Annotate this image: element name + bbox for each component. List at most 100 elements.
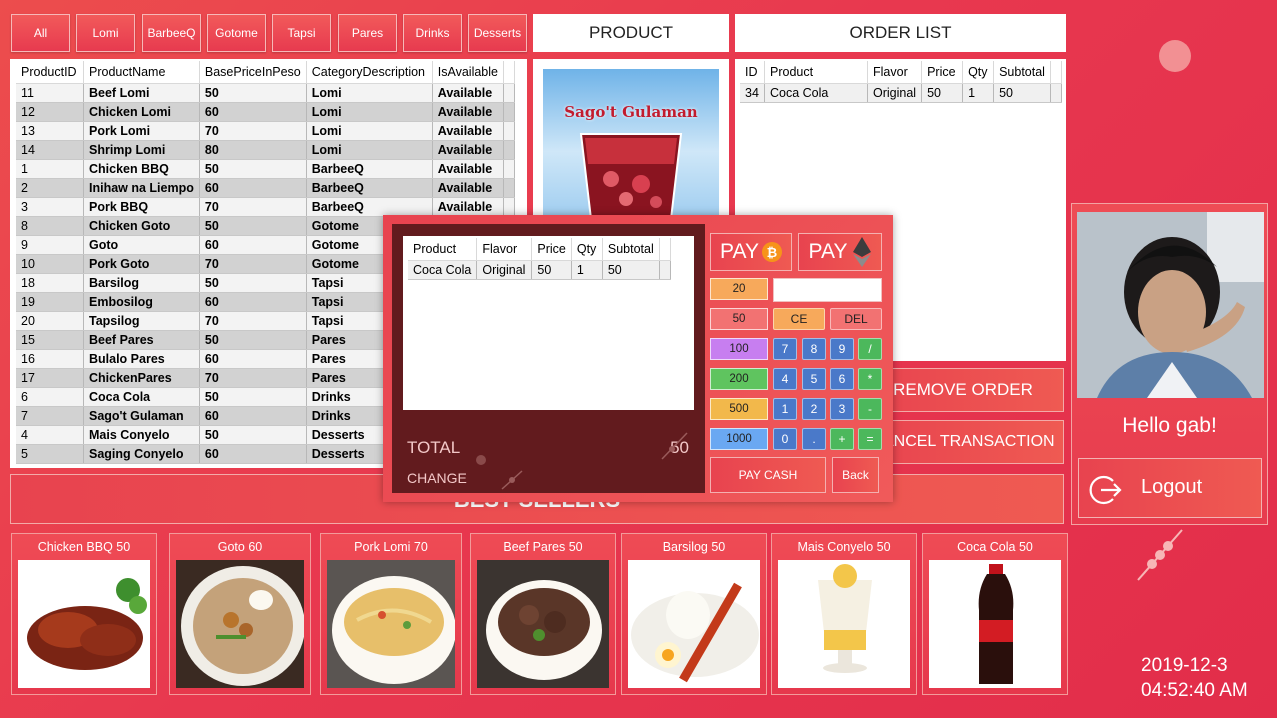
lomi-photo-icon: [327, 560, 455, 688]
amount-1000-button[interactable]: 1000: [710, 428, 768, 450]
category-button-lomi[interactable]: Lomi: [76, 14, 135, 52]
table-cell: 19: [16, 292, 84, 312]
best-seller-card[interactable]: Chicken BBQ 50: [11, 533, 157, 695]
amount-500-button[interactable]: 500: [710, 398, 768, 420]
table-cell: Inihaw na Liempo: [83, 178, 200, 198]
table-cell: 50: [602, 260, 660, 280]
best-seller-card[interactable]: Mais Conyelo 50: [771, 533, 917, 695]
table-cell: 60: [199, 235, 307, 255]
table-cell: 50: [531, 260, 572, 280]
table-row[interactable]: Coca Cola Original 50 1 50: [408, 260, 671, 280]
column-header[interactable]: Price: [531, 238, 572, 261]
amount-200-button[interactable]: 200: [710, 368, 768, 390]
best-seller-image: [929, 560, 1061, 688]
category-button-desserts[interactable]: Desserts: [468, 14, 527, 52]
table-cell: 60: [199, 292, 307, 312]
key-0-button[interactable]: 0: [773, 428, 797, 450]
column-header[interactable]: CategoryDescription: [306, 61, 433, 84]
key-3-button[interactable]: 3: [830, 398, 854, 420]
table-cell: Available: [432, 121, 505, 141]
amount-20-button[interactable]: 20: [710, 278, 768, 300]
column-header[interactable]: ProductID: [16, 61, 84, 84]
total-label: TOTAL: [407, 438, 461, 457]
table-row[interactable]: 13 Pork Lomi 70 Lomi Available: [16, 121, 515, 141]
order-list-header: ORDER LIST: [735, 14, 1066, 52]
column-header[interactable]: BasePriceInPeso: [199, 61, 307, 84]
key-plus-button[interactable]: +: [830, 428, 854, 450]
table-row[interactable]: 2 Inihaw na Liempo 60 BarbeeQ Available: [16, 178, 515, 198]
key-divide-button[interactable]: /: [858, 338, 882, 360]
key-8-button[interactable]: 8: [802, 338, 826, 360]
back-button[interactable]: Back: [832, 457, 879, 493]
key-4-button[interactable]: 4: [773, 368, 797, 390]
best-seller-card[interactable]: Pork Lomi 70: [320, 533, 462, 695]
payment-table[interactable]: Product Flavor Price Qty Subtotal Coca Cola O…: [408, 238, 671, 280]
table-cell: 50: [199, 387, 307, 407]
key-7-button[interactable]: 7: [773, 338, 797, 360]
pay-bitcoin-button[interactable]: PAY ₿: [710, 233, 792, 271]
category-button-drinks[interactable]: Drinks: [403, 14, 462, 52]
column-header[interactable]: Qty: [962, 61, 995, 84]
order-table[interactable]: ID Product Flavor Price Qty Subtotal 34 Coca C…: [740, 61, 1063, 103]
key-1-button[interactable]: 1: [773, 398, 797, 420]
product-image-panel: Sago't Gulaman: [533, 59, 729, 219]
clear-entry-button[interactable]: CE: [773, 308, 825, 330]
cash-amount-input[interactable]: [773, 278, 882, 302]
pay-cash-button[interactable]: PAY CASH: [710, 457, 826, 493]
decor-circle: [1159, 40, 1191, 72]
pay-ethereum-button[interactable]: PAY: [798, 233, 882, 271]
table-cell: 50: [199, 273, 307, 293]
best-seller-label: Pork Lomi 70: [354, 540, 428, 554]
key-minus-button[interactable]: -: [858, 398, 882, 420]
best-seller-card[interactable]: Goto 60: [169, 533, 311, 695]
column-header[interactable]: Flavor: [867, 61, 923, 84]
column-header[interactable]: ProductName: [83, 61, 200, 84]
table-cell: 50: [921, 83, 964, 103]
table-cell: Beef Pares: [83, 330, 200, 350]
table-cell: 17: [16, 368, 84, 388]
logout-button[interactable]: Logout: [1078, 458, 1262, 518]
key-2-button[interactable]: 2: [802, 398, 826, 420]
table-row[interactable]: 3 Pork BBQ 70 BarbeeQ Available: [16, 197, 515, 217]
change-label: CHANGE: [407, 470, 467, 486]
column-header[interactable]: Price: [921, 61, 964, 84]
key-equals-button[interactable]: =: [858, 428, 882, 450]
table-row[interactable]: 11 Beef Lomi 50 Lomi Available: [16, 83, 515, 103]
key-6-button[interactable]: 6: [830, 368, 854, 390]
category-button-gotome[interactable]: Gotome: [207, 14, 266, 52]
best-seller-card[interactable]: Coca Cola 50: [922, 533, 1068, 695]
key-multiply-button[interactable]: *: [858, 368, 882, 390]
best-seller-card[interactable]: Beef Pares 50: [470, 533, 616, 695]
key-5-button[interactable]: 5: [802, 368, 826, 390]
column-header[interactable]: ID: [740, 61, 765, 84]
amount-100-button[interactable]: 100: [710, 338, 768, 360]
column-header[interactable]: Product: [408, 238, 478, 261]
table-row[interactable]: 12 Chicken Lomi 60 Lomi Available: [16, 102, 515, 122]
amount-50-button[interactable]: 50: [710, 308, 768, 330]
key-decimal-button[interactable]: .: [802, 428, 826, 450]
table-cell: BarbeeQ: [306, 159, 433, 179]
best-seller-card[interactable]: Barsilog 50: [621, 533, 767, 695]
table-cell: [503, 121, 515, 141]
column-header[interactable]: Subtotal: [993, 61, 1052, 84]
table-row[interactable]: 14 Shrimp Lomi 80 Lomi Available: [16, 140, 515, 160]
column-header[interactable]: Subtotal: [602, 238, 660, 261]
column-header[interactable]: IsAvailable: [432, 61, 505, 84]
table-cell: [503, 197, 515, 217]
table-cell: [503, 178, 515, 198]
table-row[interactable]: 34 Coca Cola Original 50 1 50: [740, 83, 1063, 103]
category-button-tapsi[interactable]: Tapsi: [272, 14, 331, 52]
delete-button[interactable]: DEL: [830, 308, 882, 330]
table-cell: 1: [16, 159, 84, 179]
table-row[interactable]: 1 Chicken BBQ 50 BarbeeQ Available: [16, 159, 515, 179]
column-header[interactable]: Flavor: [476, 238, 533, 261]
category-button-barbeeq[interactable]: BarbeeQ: [142, 14, 201, 52]
key-9-button[interactable]: 9: [830, 338, 854, 360]
category-button-pares[interactable]: Pares: [338, 14, 397, 52]
avatar-photo-icon: [1077, 212, 1264, 398]
column-header[interactable]: Product: [764, 61, 868, 84]
table-cell: Pork BBQ: [83, 197, 200, 217]
table-cell: Coca Cola: [83, 387, 200, 407]
category-button-all[interactable]: All: [11, 14, 70, 52]
column-header[interactable]: Qty: [571, 238, 603, 261]
